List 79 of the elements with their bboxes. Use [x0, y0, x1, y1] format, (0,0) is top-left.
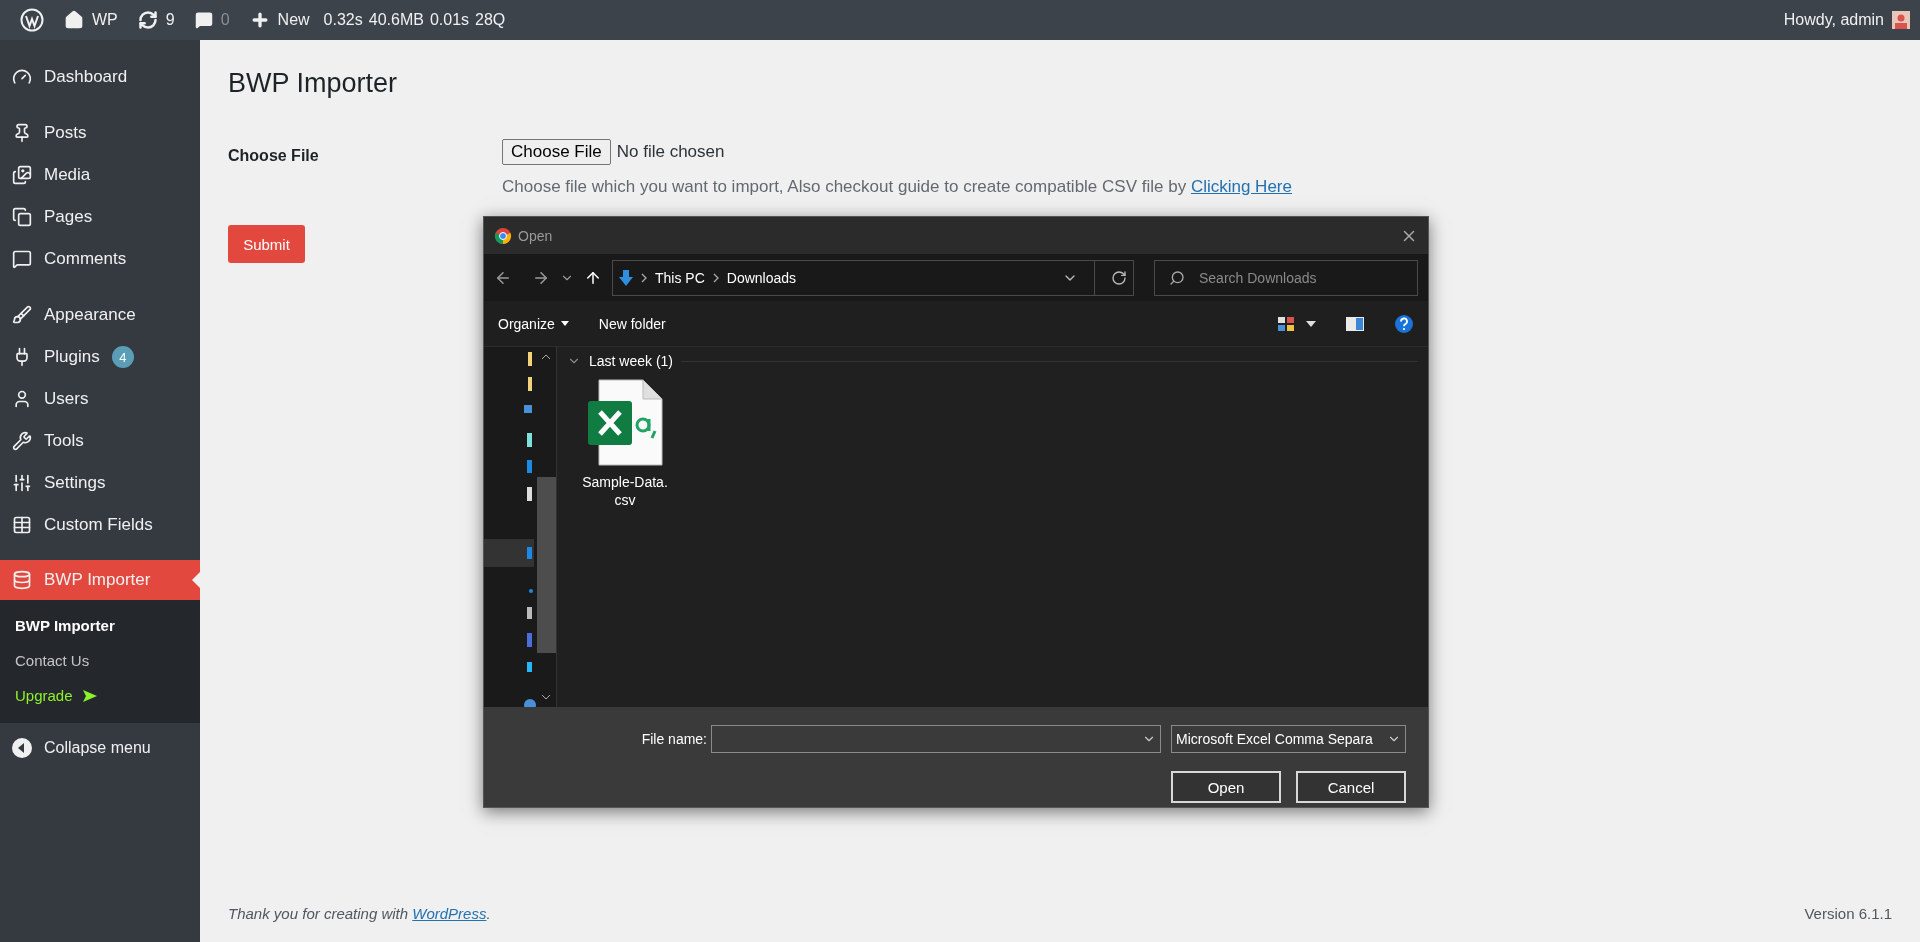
- arrow-icon: [82, 689, 97, 702]
- submit-button[interactable]: Submit: [228, 225, 305, 263]
- view-icon[interactable]: [1278, 316, 1294, 331]
- submenu-item[interactable]: BWP Importer: [0, 608, 200, 643]
- images-icon: [12, 165, 32, 185]
- footer-text: Thank you for creating with WordPress.: [228, 904, 491, 922]
- breadcrumb[interactable]: This PC: [655, 269, 705, 286]
- collapse-icon: [12, 738, 32, 758]
- dialog-title: Open: [518, 227, 553, 244]
- wrench-icon: [12, 431, 32, 451]
- page-title: BWP Importer: [228, 68, 399, 99]
- menu-item[interactable]: Comments: [0, 238, 200, 280]
- speech-bubble-icon: [12, 249, 32, 269]
- stat-text: 0.32s: [323, 11, 363, 29]
- brush-icon: [12, 305, 32, 325]
- chevron-right-icon: [712, 272, 719, 283]
- menu-item[interactable]: Tools: [0, 420, 200, 462]
- preview-pane-icon[interactable]: [1346, 316, 1364, 331]
- count-badge: 4: [111, 346, 134, 368]
- new-link[interactable]: New: [277, 11, 310, 29]
- file-type-select[interactable]: Microsoft Excel Comma Separa: [1171, 725, 1406, 753]
- guide-link[interactable]: Clicking Here: [1190, 177, 1292, 196]
- stat-text: 0.01s: [429, 11, 470, 29]
- menu-item[interactable]: Posts: [0, 112, 200, 154]
- help-icon[interactable]: [1394, 313, 1414, 334]
- stat-text: 28Q: [475, 11, 506, 29]
- field-label: Choose File: [228, 146, 320, 165]
- search-field[interactable]: Search Downloads: [1154, 259, 1418, 296]
- greeting-text[interactable]: Howdy, admin: [1783, 11, 1884, 29]
- download-icon: [619, 269, 633, 286]
- file-name-field[interactable]: [711, 725, 1161, 753]
- menu-item[interactable]: Dashboard: [0, 56, 200, 98]
- menu-item[interactable]: Settings: [0, 462, 200, 504]
- menu-item[interactable]: Media: [0, 154, 200, 196]
- submenu-item[interactable]: Contact Us: [0, 643, 200, 678]
- table-icon: [12, 515, 32, 535]
- updates-count[interactable]: 9: [165, 11, 175, 29]
- caret-icon: [560, 321, 569, 326]
- open-button[interactable]: Open: [1171, 771, 1281, 803]
- home-icon[interactable]: [64, 10, 84, 30]
- submenu-item[interactable]: Upgrade: [0, 678, 200, 713]
- menu-item[interactable]: Plugins 4: [0, 336, 200, 378]
- choose-file-button[interactable]: Choose File: [502, 139, 611, 165]
- search-icon: [1169, 269, 1185, 286]
- breadcrumb[interactable]: Downloads: [726, 269, 797, 286]
- file-name-label: File name:: [641, 731, 707, 747]
- menu-item[interactable]: Pages: [0, 196, 200, 238]
- file-status: No file chosen: [616, 142, 725, 162]
- refresh-icon[interactable]: [137, 10, 158, 30]
- group-header[interactable]: Last week (1): [589, 353, 674, 369]
- avatar-icon[interactable]: [1892, 11, 1910, 29]
- sliders-icon: [12, 473, 32, 493]
- version-text: Version 6.1.1: [1804, 904, 1892, 922]
- menu-item[interactable]: Custom Fields: [0, 504, 200, 546]
- pages-icon: [12, 207, 32, 227]
- site-link[interactable]: WP: [92, 11, 118, 29]
- refresh-icon[interactable]: [1111, 269, 1127, 286]
- menu-item[interactable]: BWP Importer: [0, 560, 200, 600]
- address-bar[interactable]: This PC Downloads: [612, 259, 1134, 296]
- chevron-right-icon: [641, 272, 647, 283]
- menu-item[interactable]: Appearance: [0, 294, 200, 336]
- organize-button[interactable]: Organize: [498, 315, 569, 332]
- file-name: Sample-Data. csv: [582, 473, 668, 510]
- dropdown-caret-icon[interactable]: [1306, 320, 1316, 327]
- browser-icon: [494, 226, 512, 245]
- gauge-icon: [12, 67, 32, 87]
- spreadsheet-file-icon: [587, 379, 663, 467]
- collapse-menu-button[interactable]: Collapse menu: [0, 727, 200, 769]
- file-item[interactable]: Sample-Data. csv: [575, 379, 675, 510]
- pin-icon: [12, 123, 32, 143]
- menu-item[interactable]: Users: [0, 378, 200, 420]
- cancel-button[interactable]: Cancel: [1296, 771, 1406, 803]
- search-input[interactable]: Search Downloads: [1197, 268, 1381, 287]
- user-icon: [12, 389, 32, 409]
- comment-icon[interactable]: [194, 11, 213, 29]
- new-folder-button[interactable]: New folder: [598, 315, 666, 332]
- database-icon: [12, 570, 32, 590]
- stat-text: 40.6MB: [368, 11, 424, 29]
- description-text: Choose file which you want to import, Also checkout guide to create compatible CSV file by Clicking Here: [502, 177, 1293, 197]
